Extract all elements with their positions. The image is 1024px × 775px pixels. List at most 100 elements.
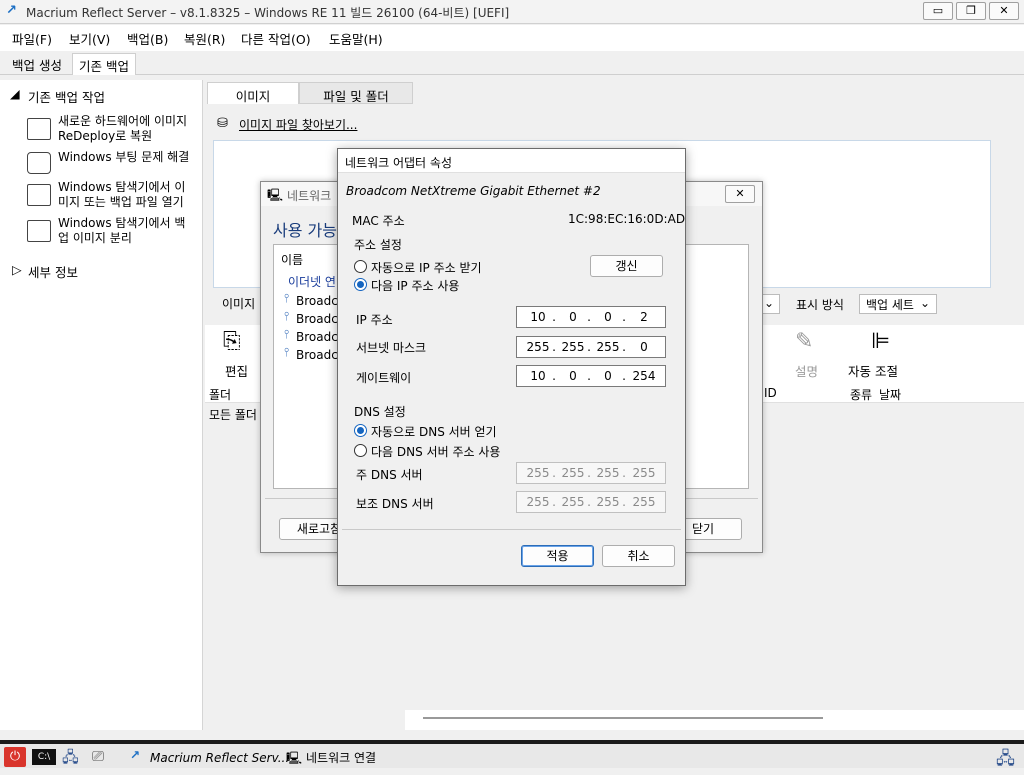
main-tabs: 백업 생성 기존 백업	[0, 51, 1024, 75]
dns2-label: 보조 DNS 서버	[356, 497, 434, 511]
network-tray-icon[interactable]: 🖧	[996, 746, 1015, 775]
window-title: Macrium Reflect Server – v8.1.8325 – Win…	[26, 6, 510, 20]
menu-file[interactable]: 파일(F)	[12, 29, 52, 48]
properties-divider	[342, 529, 681, 530]
properties-title: 네트워크 어댑터 속성	[345, 156, 452, 170]
manual-dns-label[interactable]: 다음 DNS 서버 주소 사용	[371, 443, 500, 460]
network-taskbar-icon: 🖳	[286, 751, 303, 765]
mac-label: MAC 주소	[352, 214, 405, 228]
adapter-name: Broadcom NetXtreme Gigabit Ethernet #2	[346, 184, 601, 198]
renew-button[interactable]: 갱신	[590, 255, 663, 277]
ip-address-input[interactable]: 10. 0. 0. 2	[516, 306, 666, 328]
adapter-properties-dialog: 네트워크 어댑터 속성 Broadcom NetXtreme Gigabit E…	[337, 148, 686, 586]
close-button[interactable]: ✕	[989, 2, 1019, 20]
power-icon[interactable]: ⏻	[4, 747, 26, 767]
details-title[interactable]: 세부 정보	[28, 262, 78, 281]
section-title[interactable]: 기존 백업 작업	[28, 87, 105, 106]
chevron-down-icon: ⌄	[919, 296, 930, 310]
edit-button[interactable]: 편집	[225, 361, 248, 380]
subnet-mask-input[interactable]: 255. 255. 255. 0	[516, 336, 666, 358]
address-section-title: 주소 설정	[354, 238, 402, 252]
task-panel: ◢ 기존 백업 작업 새로운 하드웨어에 이미지 ReDeploy로 복원 Wi…	[0, 80, 203, 730]
view-mode-select[interactable]: 백업 세트 ⌄	[859, 294, 937, 314]
primary-dns-input[interactable]: 255. 255. 255. 255	[516, 462, 666, 484]
tab-create-backup[interactable]: 백업 생성	[6, 53, 68, 75]
image-filter-dropdown[interactable]: ⌄	[760, 294, 780, 314]
task-open-explorer-line2[interactable]: 미지 또는 백업 파일 열기	[58, 195, 184, 210]
col-date[interactable]: 날짜	[879, 386, 901, 403]
manual-dns-radio[interactable]	[354, 444, 367, 457]
network-dialog-title: 네트워크	[287, 189, 332, 203]
task-fix-boot[interactable]: Windows 부팅 문제 해결	[58, 150, 189, 165]
view-mode-label: 표시 방식	[796, 298, 844, 312]
minimize-button[interactable]: ▭	[923, 2, 953, 20]
restore-button[interactable]: ❐	[956, 2, 986, 20]
mask-label: 서브넷 마스크	[356, 341, 427, 355]
image-label: 이미지	[222, 297, 256, 311]
description-button[interactable]: 설명	[795, 361, 818, 380]
auto-ip-radio[interactable]	[354, 260, 367, 273]
auto-dns-label[interactable]: 자동으로 DNS 서버 얻기	[371, 423, 497, 440]
manual-ip-radio[interactable]	[354, 278, 367, 291]
adapter-icon: ⫯	[284, 327, 290, 341]
browse-icon: ⛁	[217, 116, 228, 131]
task-detach-line2[interactable]: 업 이미지 분리	[58, 231, 132, 246]
group-ethernet: 이더넷 연	[288, 275, 336, 289]
section-expanded-icon[interactable]: ◢	[10, 86, 20, 101]
dns-section-title: DNS 설정	[354, 405, 406, 419]
gateway-input[interactable]: 10. 0. 0. 254	[516, 365, 666, 387]
network-share-icon[interactable]: 🖧	[62, 747, 79, 772]
menu-other-tasks[interactable]: 다른 작업(O)	[241, 29, 311, 48]
tab-images[interactable]: 이미지	[207, 82, 299, 104]
tab-files-folders[interactable]: 파일 및 폴더	[299, 82, 413, 104]
adapter-icon: ⫯	[284, 309, 290, 323]
menu-help[interactable]: 도움말(H)	[329, 29, 383, 48]
macrium-logo-icon: ↗	[6, 3, 17, 18]
menu-view[interactable]: 보기(V)	[69, 29, 110, 48]
menu-backup[interactable]: 백업(B)	[127, 29, 168, 48]
title-bar: ↗ Macrium Reflect Server – v8.1.8325 – W…	[0, 0, 1024, 24]
autofit-button[interactable]: 자동 조절	[848, 361, 898, 380]
tab-existing-backups[interactable]: 기존 백업	[72, 53, 136, 75]
properties-titlebar: 네트워크 어댑터 속성	[338, 149, 685, 173]
browse-image-link[interactable]: 이미지 파일 찾아보기...	[239, 116, 357, 133]
ip-label: IP 주소	[356, 313, 393, 327]
apply-button[interactable]: 적용	[521, 545, 594, 567]
menu-restore[interactable]: 복원(R)	[184, 29, 225, 48]
auto-ip-label[interactable]: 자동으로 IP 주소 받기	[371, 259, 482, 276]
horizontal-scroll-track[interactable]	[405, 710, 1024, 730]
windows-boot-fix-icon	[27, 152, 51, 174]
auto-dns-radio[interactable]	[354, 424, 367, 437]
network-icon: 🖳	[267, 188, 284, 202]
taskbar-app-network[interactable]: 네트워크 연결	[306, 747, 376, 769]
col-name[interactable]: 이름	[281, 251, 303, 268]
all-folders-row[interactable]: 모든 폴더	[209, 406, 257, 423]
col-id[interactable]: ID	[764, 386, 777, 400]
details-collapsed-icon[interactable]: ▷	[12, 262, 22, 277]
task-redeploy-line1[interactable]: 새로운 하드웨어에 이미지	[58, 114, 187, 129]
camera-icon[interactable]: ⎚	[92, 747, 104, 765]
manual-ip-label[interactable]: 다음 IP 주소 사용	[371, 277, 459, 294]
mac-value: 1C:98:EC:16:0D:AD	[568, 212, 686, 226]
taskbar-app-macrium[interactable]: Macrium Reflect Serv...	[150, 747, 289, 769]
dns1-label: 주 DNS 서버	[356, 468, 423, 482]
col-folder[interactable]: 폴더	[209, 386, 231, 403]
adapter-icon: ⫯	[284, 291, 290, 305]
taskbar: ⏻ C:\ 🖧 ⎚ ↗ Macrium Reflect Serv... 🖳 네트…	[0, 740, 1024, 769]
menu-bar: 파일(F) 보기(V) 백업(B) 복원(R) 다른 작업(O) 도움말(H)	[0, 25, 1024, 51]
task-redeploy-line2[interactable]: ReDeploy로 복원	[58, 129, 152, 144]
horizontal-scroll-thumb[interactable]	[423, 717, 823, 719]
redeploy-icon	[27, 118, 51, 140]
explorer-detach-icon	[27, 220, 51, 242]
terminal-icon[interactable]: C:\	[32, 749, 56, 765]
network-heading: 사용 가능	[273, 221, 337, 240]
task-open-explorer-line1[interactable]: Windows 탐색기에서 이	[58, 180, 185, 195]
pencil-icon: ✎	[795, 329, 814, 354]
col-type[interactable]: 종류	[850, 386, 872, 403]
view-mode-value: 백업 세트	[866, 298, 914, 312]
network-close-icon[interactable]: ✕	[725, 185, 755, 203]
cancel-button[interactable]: 취소	[602, 545, 675, 567]
secondary-dns-input[interactable]: 255. 255. 255. 255	[516, 491, 666, 513]
task-detach-line1[interactable]: Windows 탐색기에서 백	[58, 216, 185, 231]
macrium-taskbar-icon: ↗	[130, 748, 141, 762]
